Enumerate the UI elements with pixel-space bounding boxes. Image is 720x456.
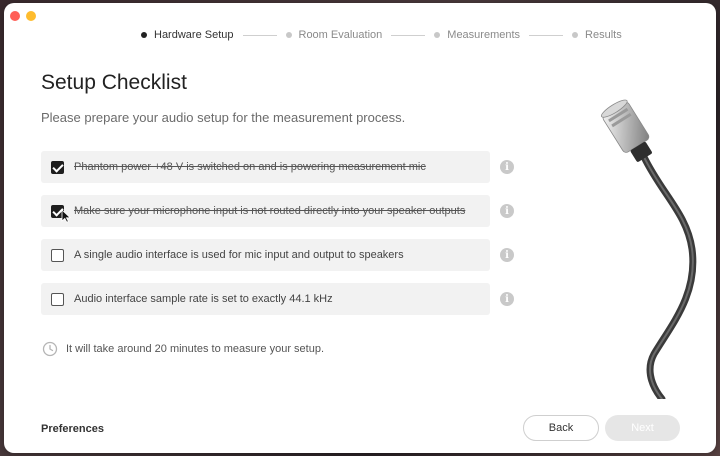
info-icon[interactable]: i (500, 160, 514, 174)
checklist-item-label: A single audio interface is used for mic… (74, 249, 404, 261)
step-dot-icon (572, 32, 579, 38)
checklist-item: Phantom power +48 V is switched on and i… (41, 151, 517, 183)
page-subtitle: Please prepare your audio setup for the … (41, 110, 406, 125)
checkbox-icon[interactable] (51, 160, 64, 174)
page-title: Setup Checklist (41, 71, 187, 94)
step-measurements: Measurements (434, 29, 520, 41)
next-button[interactable]: Next (605, 415, 680, 441)
minimize-window-button[interactable] (26, 11, 36, 21)
step-results: Results (572, 29, 622, 41)
window-controls (10, 11, 36, 21)
checklist-item-label: Audio interface sample rate is set to ex… (74, 293, 333, 305)
app-window: Hardware Setup Room Evaluation Measureme… (4, 3, 716, 453)
step-hardware-setup: Hardware Setup (141, 29, 234, 41)
progress-stepper: Hardware Setup Room Evaluation Measureme… (141, 29, 622, 41)
back-button[interactable]: Back (523, 415, 599, 441)
xlr-cable-illustration (600, 99, 697, 399)
step-dot-icon (434, 32, 441, 38)
step-connector (242, 34, 277, 36)
time-estimate-text: It will take around 20 minutes to measur… (66, 343, 325, 355)
info-icon[interactable]: i (500, 292, 514, 306)
clock-icon (42, 341, 58, 357)
step-label: Hardware Setup (154, 29, 234, 41)
step-connector (529, 34, 564, 36)
checklist-item: A single audio interface is used for mic… (41, 239, 517, 271)
preferences-link[interactable]: Preferences (41, 423, 104, 435)
checkbox-icon[interactable] (51, 292, 64, 306)
step-label: Results (585, 29, 622, 41)
checklist-item: Make sure your microphone input is not r… (41, 195, 517, 227)
checklist-item-label: Phantom power +48 V is switched on and i… (74, 161, 426, 173)
checklist-item-label: Make sure your microphone input is not r… (74, 205, 466, 217)
checklist-item-single-interface[interactable]: A single audio interface is used for mic… (41, 239, 490, 271)
info-icon[interactable]: i (500, 204, 514, 218)
step-dot-icon (285, 32, 292, 38)
step-label: Measurements (447, 29, 521, 41)
time-estimate: It will take around 20 minutes to measur… (42, 341, 324, 357)
info-icon[interactable]: i (500, 248, 514, 262)
step-connector (391, 34, 426, 36)
mouse-cursor-icon (61, 209, 71, 223)
checklist-item: Audio interface sample rate is set to ex… (41, 283, 517, 315)
setup-checklist: Phantom power +48 V is switched on and i… (41, 151, 517, 327)
checklist-item-mic-routing[interactable]: Make sure your microphone input is not r… (41, 195, 490, 227)
checkbox-icon[interactable] (51, 248, 64, 262)
step-label: Room Evaluation (298, 29, 383, 41)
checklist-item-phantom-power[interactable]: Phantom power +48 V is switched on and i… (41, 151, 490, 183)
close-window-button[interactable] (10, 11, 20, 21)
checklist-item-sample-rate[interactable]: Audio interface sample rate is set to ex… (41, 283, 490, 315)
step-room-evaluation: Room Evaluation (285, 29, 383, 41)
step-dot-icon (141, 32, 147, 38)
